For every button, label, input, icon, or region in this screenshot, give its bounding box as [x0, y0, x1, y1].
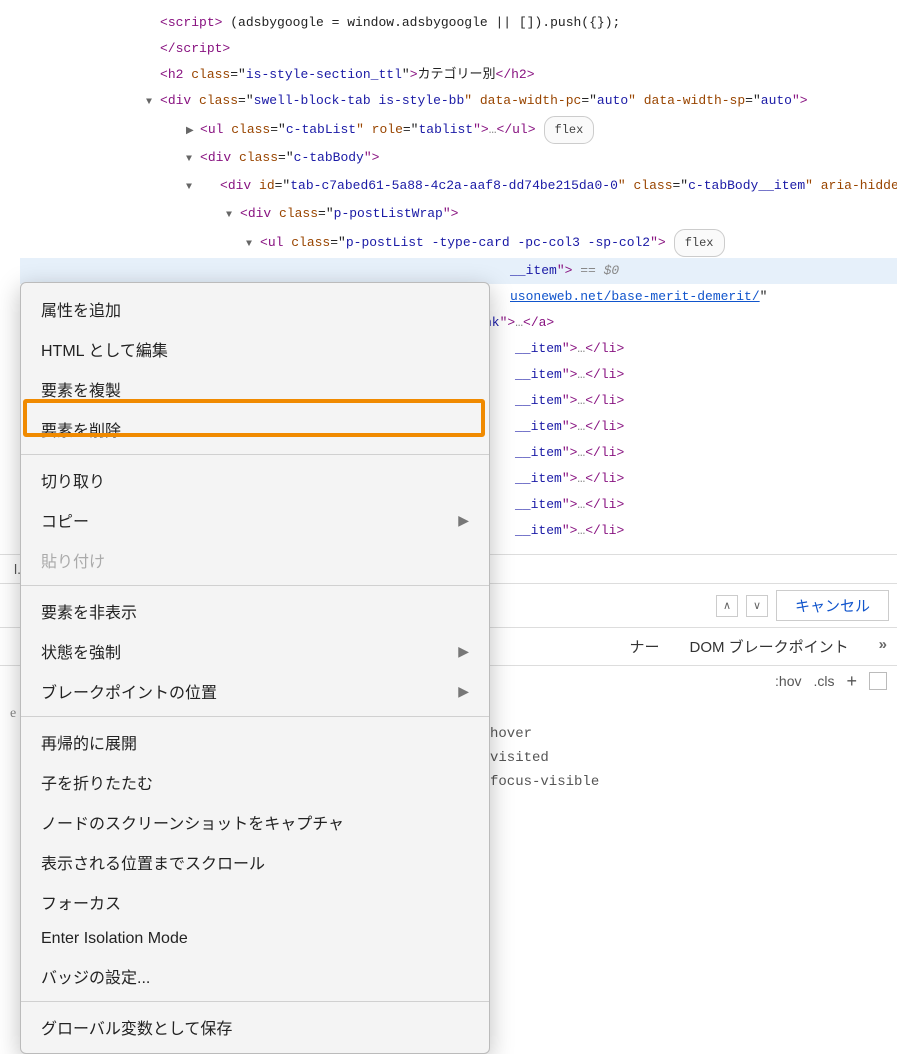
submenu-arrow-icon: ▶ [458, 683, 469, 700]
ctx-separator [21, 585, 489, 586]
ctx-separator [21, 454, 489, 455]
tab-listener[interactable]: ナー [629, 636, 659, 657]
expand-arrow-icon[interactable]: ▼ [246, 232, 260, 258]
tag-name: script [176, 41, 223, 56]
ctx-hide-element[interactable]: 要素を非表示 [21, 591, 489, 631]
angle-open: </ [160, 41, 176, 56]
dom-line[interactable]: <script> (adsbygoogle = window.adsbygoog… [20, 10, 897, 36]
ctx-separator [21, 716, 489, 717]
find-cancel-button[interactable]: キャンセル [776, 590, 889, 621]
pseudo-label: focus-visible [490, 774, 599, 790]
dom-line[interactable]: ▼<ul class="p-postList -type-card -pc-co… [20, 229, 897, 258]
ctx-edit-as-html[interactable]: HTML として編集 [21, 329, 489, 369]
pseudo-label: visited [490, 750, 549, 766]
dom-line[interactable]: </script> [20, 36, 897, 62]
new-style-rule-button[interactable]: + [846, 673, 857, 689]
submenu-arrow-icon: ▶ [458, 643, 469, 660]
dom-line[interactable]: ▼<div class="swell-block-tab is-style-bb… [20, 88, 897, 116]
ctx-store-as-global[interactable]: グローバル変数として保存 [21, 1007, 489, 1047]
hov-toggle[interactable]: :hov [775, 673, 801, 689]
ctx-collapse-children[interactable]: 子を折りたたむ [21, 762, 489, 802]
cls-toggle[interactable]: .cls [813, 673, 834, 689]
dom-line[interactable]: ▶<ul class="c-tabList" role="tablist">…<… [20, 116, 897, 145]
ctx-add-attribute[interactable]: 属性を追加 [21, 289, 489, 329]
angle-open: < [160, 15, 168, 30]
context-menu[interactable]: 属性を追加 HTML として編集 要素を複製 要素を削除 切り取り コピー▶ 貼… [20, 282, 490, 1054]
ctx-force-state[interactable]: 状態を強制▶ [21, 631, 489, 671]
flex-badge[interactable]: flex [544, 116, 595, 144]
h2-text: カテゴリー別 [418, 67, 496, 82]
ctx-copy[interactable]: コピー▶ [21, 500, 489, 540]
expand-arrow-icon[interactable]: ▶ [186, 119, 200, 145]
ctx-expand-recursively[interactable]: 再帰的に展開 [21, 722, 489, 762]
tabs-overflow-icon[interactable]: » [879, 636, 887, 657]
ctx-paste: 貼り付け [21, 540, 489, 580]
ctx-scroll-into-view[interactable]: 表示される位置までスクロール [21, 842, 489, 882]
tag-name: script [168, 15, 215, 30]
ctx-break-on[interactable]: ブレークポイントの位置▶ [21, 671, 489, 711]
dom-line[interactable]: <h2 class="is-style-section_ttl">カテゴリー別<… [20, 62, 897, 88]
ctx-capture-screenshot[interactable]: ノードのスクリーンショットをキャプチャ [21, 802, 489, 842]
ctx-duplicate-element[interactable]: 要素を複製 [21, 369, 489, 409]
expand-arrow-icon[interactable]: ▼ [146, 90, 160, 116]
ctx-separator [21, 1001, 489, 1002]
tab-dom-breakpoints[interactable]: DOM ブレークポイント [689, 636, 848, 657]
find-prev-button[interactable]: ∧ [716, 595, 738, 617]
flex-badge[interactable]: flex [674, 229, 725, 257]
dom-line-selected[interactable]: __item"> == $0 [20, 258, 897, 284]
dom-line[interactable]: ▼<div class="c-tabBody"> [20, 145, 897, 173]
ctx-delete-element[interactable]: 要素を削除 [21, 409, 489, 449]
selected-marker: == $0 [572, 263, 619, 278]
expand-arrow-icon[interactable]: ▼ [206, 175, 220, 201]
expand-arrow-icon[interactable]: ▼ [186, 147, 200, 173]
dom-line[interactable]: ▼<div id="tab-c7abed61-5a88-4c2a-aaf8-dd… [20, 173, 897, 201]
script-text: (adsbygoogle = window.adsbygoogle || [])… [222, 15, 620, 30]
expand-arrow-icon[interactable]: ▼ [226, 203, 240, 229]
computed-layout-icon[interactable] [869, 672, 887, 690]
ctx-enter-isolation[interactable]: Enter Isolation Mode [21, 922, 489, 956]
pseudo-label: hover [490, 726, 532, 742]
ctx-cut[interactable]: 切り取り [21, 460, 489, 500]
link-url[interactable]: usoneweb.net/base-merit-demerit/ [510, 289, 760, 304]
dom-line[interactable]: ▼<div class="p-postListWrap"> [20, 201, 897, 229]
submenu-arrow-icon: ▶ [458, 512, 469, 529]
ctx-badge-settings[interactable]: バッジの設定... [21, 956, 489, 996]
angle-close: > [222, 41, 230, 56]
find-next-button[interactable]: ∨ [746, 595, 768, 617]
ctx-focus[interactable]: フォーカス [21, 882, 489, 922]
